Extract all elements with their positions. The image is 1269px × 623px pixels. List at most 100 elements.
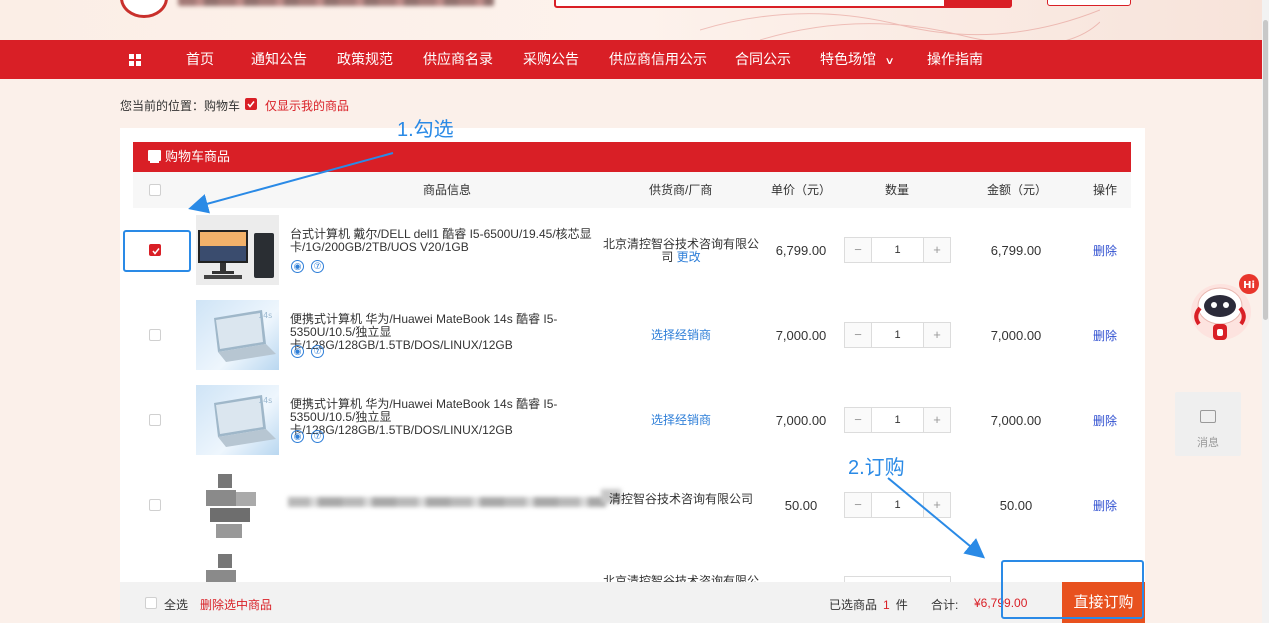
nav-item-contracts[interactable]: 合同公示	[735, 40, 791, 79]
assistant-robot[interactable]: Hi	[1187, 272, 1261, 356]
product-name[interactable]: 台式计算机 戴尔/DELL dell1 酷睿 I5-6500U/19.45/核芯…	[290, 228, 612, 254]
search-button[interactable]	[944, 0, 1012, 8]
nav-item-credit[interactable]: 供应商信用公示	[609, 40, 707, 79]
supplier-name: 清控智谷技术咨询有限公司	[608, 492, 753, 506]
supplier-cell: 选择经销商	[601, 329, 761, 342]
product-tags: ◉ ⑦	[290, 430, 330, 444]
row-checkbox[interactable]	[149, 414, 161, 426]
nav-item-guide[interactable]: 操作指南	[927, 40, 983, 79]
delete-selected-link[interactable]: 删除选中商品	[200, 596, 272, 613]
svg-text:14s: 14s	[258, 396, 272, 405]
nav-item-featured-label: 特色场馆	[820, 51, 876, 67]
nav-item-featured[interactable]: 特色场馆 ∨	[820, 40, 895, 79]
row-amount: 50.00	[999, 498, 1033, 513]
total-label: 合计:	[931, 598, 959, 612]
supplier-cell: 北京清控智谷技术咨询有限公司 更改	[601, 238, 761, 264]
product-name[interactable]: 便携式计算机 华为/Huawei MateBook 14s 酷睿 I5-5350…	[290, 398, 612, 437]
cart-row: 北京清控智谷技术咨询有限公	[133, 548, 1131, 582]
cart-header: 购物车商品	[133, 142, 1131, 172]
selected-count: 1	[883, 598, 890, 612]
message-icon	[1200, 410, 1216, 423]
delete-link[interactable]: 删除	[1078, 327, 1132, 344]
nav-item-suppliers[interactable]: 供应商名录	[423, 40, 493, 79]
selected-unit: 件	[895, 598, 908, 612]
quantity-stepper: − 1 +	[844, 237, 951, 263]
delete-link[interactable]: 删除	[1078, 497, 1132, 514]
quantity-stepper: − 1 +	[844, 322, 951, 348]
grid-menu-icon[interactable]	[129, 54, 141, 66]
row-amount: 7,000.00	[990, 328, 1042, 343]
quantity-stepper: − 1 +	[844, 407, 951, 433]
cart-row: 14s 便携式计算机 华为/Huawei MateBook 14s 酷睿 I5-…	[133, 378, 1131, 463]
cart-icon	[148, 150, 161, 163]
site-logo[interactable]	[120, 0, 168, 18]
product-thumbnail[interactable]: 14s	[196, 300, 279, 370]
col-supplier: 供货商/厂商	[649, 183, 713, 197]
product-name[interactable]: 便携式计算机 华为/Huawei MateBook 14s 酷睿 I5-5350…	[290, 313, 612, 352]
decrease-button[interactable]: −	[845, 408, 872, 432]
product-name-blurred	[288, 497, 606, 507]
only-mine-label[interactable]: 仅显示我的商品	[265, 97, 349, 114]
row-amount: 6,799.00	[990, 243, 1042, 258]
supplier-cell: 选择经销商	[601, 414, 761, 427]
choose-dealer-link[interactable]: 选择经销商	[651, 413, 711, 427]
decrease-button[interactable]: −	[845, 493, 872, 517]
change-supplier-link[interactable]: 更改	[677, 250, 701, 264]
main-nav: 首页 通知公告 政策规范 供应商名录 采购公告 供应商信用公示 合同公示 特色场…	[0, 40, 1269, 79]
choose-dealer-link[interactable]: 选择经销商	[651, 328, 711, 342]
decrease-button[interactable]: −	[845, 238, 872, 262]
row-checkbox[interactable]	[149, 329, 161, 341]
page-scrollbar[interactable]	[1262, 0, 1269, 623]
col-unit-price: 单价（元）	[771, 183, 832, 197]
decrease-button[interactable]: −	[845, 323, 872, 347]
header-select-all-checkbox[interactable]	[149, 184, 161, 196]
header-action-button[interactable]	[1047, 0, 1131, 6]
row-checkbox[interactable]	[149, 499, 161, 511]
only-mine-checkbox[interactable]	[245, 98, 257, 110]
increase-button[interactable]: +	[923, 408, 950, 432]
annotation-step2: 2.订购	[848, 457, 905, 479]
site-header	[0, 0, 1269, 40]
increase-button[interactable]: +	[923, 238, 950, 262]
unit-price: 7,000.00	[775, 413, 827, 428]
product-thumbnail[interactable]: 14s	[196, 385, 279, 455]
quantity-input[interactable]: 1	[872, 323, 923, 347]
col-product-info: 商品信息	[423, 183, 472, 197]
cart-table-header: 商品信息 供货商/厂商 单价（元） 数量 金额（元） 操作	[133, 172, 1131, 208]
robot-badge: Hi	[1243, 280, 1255, 291]
check-icon	[247, 101, 255, 108]
quantity-stepper: − 1 +	[844, 492, 951, 518]
nav-item-policies[interactable]: 政策规范	[337, 40, 393, 79]
nav-item-procurement[interactable]: 采购公告	[523, 40, 579, 79]
message-widget[interactable]: 消息	[1175, 392, 1241, 456]
col-amount: 金额（元）	[987, 183, 1048, 197]
increase-button[interactable]: +	[923, 493, 950, 517]
quantity-input[interactable]: 1	[872, 493, 923, 517]
nav-item-notices[interactable]: 通知公告	[251, 40, 307, 79]
delete-link[interactable]: 删除	[1078, 412, 1132, 429]
cart-row: 14s 便携式计算机 华为/Huawei MateBook 14s 酷睿 I5-…	[133, 293, 1131, 378]
quantity-input[interactable]: 1	[872, 238, 923, 262]
supplier-name: 北京清控智谷技术咨询有限公	[602, 574, 759, 583]
product-thumbnail[interactable]	[196, 215, 279, 285]
col-actions: 操作	[1093, 183, 1118, 197]
search-input[interactable]	[554, 0, 1012, 8]
select-all-checkbox[interactable]	[145, 597, 157, 609]
annotation-step1: 1.勾选	[397, 119, 454, 141]
annotation-box-checkbox	[123, 230, 191, 272]
annotation-box-order	[1001, 560, 1144, 619]
increase-button[interactable]: +	[923, 323, 950, 347]
product-thumbnail-blurred[interactable]	[196, 470, 279, 540]
product-tags: ◉ ⑦	[290, 345, 330, 359]
delete-link[interactable]: 删除	[1078, 242, 1132, 259]
location-icon: ◉	[291, 345, 304, 358]
cart-footer: 全选 删除选中商品 已选商品 1 件 合计: ¥6,799.00 直接订购	[120, 582, 1145, 623]
supplier-cell: 清控智谷技术咨询有限公司	[601, 493, 761, 506]
select-all-label[interactable]: 全选	[164, 596, 188, 613]
site-name-blurred	[178, 0, 494, 6]
product-thumbnail-blurred[interactable]	[196, 550, 279, 582]
unit-price: 7,000.00	[775, 328, 827, 343]
nav-item-home[interactable]: 首页	[186, 40, 214, 79]
scrollbar-thumb[interactable]	[1263, 20, 1268, 320]
quantity-input[interactable]: 1	[872, 408, 923, 432]
